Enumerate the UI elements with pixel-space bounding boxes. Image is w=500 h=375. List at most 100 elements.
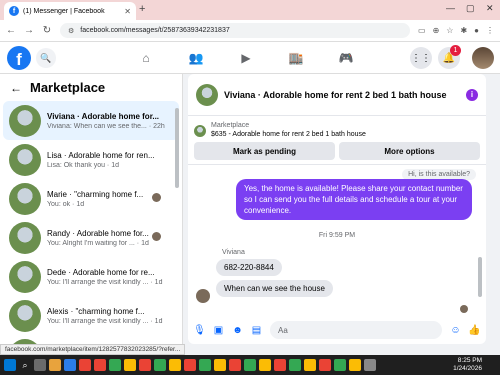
listing-thumbnail xyxy=(9,104,41,137)
bookmark-icon[interactable]: ☆ xyxy=(446,26,453,35)
video-icon[interactable]: ▶ xyxy=(238,50,254,66)
close-window-icon[interactable]: ✕ xyxy=(486,3,494,14)
chrome-icon[interactable] xyxy=(349,359,361,371)
chrome-icon[interactable] xyxy=(154,359,166,371)
site-info-icon[interactable]: ⚙ xyxy=(68,27,74,35)
conversation-item[interactable]: Randy · Adorable home for... You: Alright… xyxy=(3,218,179,257)
conversation-item[interactable]: Deuntre · Adorable home fo... xyxy=(3,335,179,344)
url-bar[interactable]: ⚙ facebook.com/messages/t/25873639342231… xyxy=(60,23,411,38)
conversation-item[interactable]: Dede · Adorable home for re... You: I'll … xyxy=(3,257,179,296)
conversation-preview: You: ok · 1d xyxy=(47,200,85,208)
cast-icon[interactable]: ▭ xyxy=(418,26,426,35)
home-icon[interactable]: ⌂ xyxy=(138,50,154,66)
chat-title[interactable]: Viviana · Adorable home for rent 2 bed 1… xyxy=(224,90,460,100)
read-receipt-avatar xyxy=(152,193,161,202)
conversation-list: Viviana · Adorable home for... Viviana: W… xyxy=(0,101,182,344)
chrome-icon[interactable] xyxy=(184,359,196,371)
sidebar-scrollbar[interactable] xyxy=(175,108,179,188)
chrome-icon[interactable] xyxy=(94,359,106,371)
chrome-icon[interactable] xyxy=(229,359,241,371)
clock-time: 8:25 PM xyxy=(457,357,482,364)
facebook-icon: f xyxy=(9,6,19,16)
chrome-icon[interactable] xyxy=(199,359,211,371)
chrome-icon[interactable] xyxy=(274,359,286,371)
chrome-icon[interactable] xyxy=(244,359,256,371)
conversation-title: Alexis · "charming home f... xyxy=(47,306,145,316)
marketplace-label: Marketplace xyxy=(211,122,250,129)
outgoing-message[interactable]: Yes, the home is available! Please share… xyxy=(236,179,472,220)
incoming-message[interactable]: 682-220-8844 xyxy=(216,259,282,276)
gaming-icon[interactable]: 🎮 xyxy=(338,50,354,66)
gif-icon[interactable]: ▤ xyxy=(251,325,262,336)
account-avatar[interactable] xyxy=(472,47,494,69)
sticker-icon[interactable]: ☻ xyxy=(232,325,243,336)
file-explorer-icon[interactable] xyxy=(49,359,61,371)
chat-scrollbar[interactable] xyxy=(478,257,482,297)
listing-thumbnail xyxy=(9,299,41,332)
chrome-icon[interactable] xyxy=(214,359,226,371)
message-input[interactable] xyxy=(270,321,442,339)
forward-icon[interactable]: → xyxy=(24,25,34,36)
mark-as-pending-button[interactable]: Mark as pending xyxy=(194,142,335,160)
chrome-icon[interactable] xyxy=(304,359,316,371)
marketplace-icon[interactable]: 🏬 xyxy=(288,50,304,66)
reload-icon[interactable]: ↻ xyxy=(42,25,52,36)
like-icon[interactable]: 👍 xyxy=(468,325,480,336)
microphone-icon[interactable]: 🎙 xyxy=(193,325,206,336)
conversation-item[interactable]: Marie · "charming home f... You: ok · 1d xyxy=(3,179,179,218)
close-tab-icon[interactable]: ✕ xyxy=(124,7,131,16)
conversation-item[interactable]: Lisa · Adorable home for ren... Lisa: Ok … xyxy=(3,140,179,179)
sidebar-header: ← Marketplace xyxy=(0,74,182,101)
taskbar-search-icon[interactable]: ⌕ xyxy=(19,360,31,371)
listing-avatar[interactable] xyxy=(196,83,218,106)
chrome-icon[interactable] xyxy=(289,359,301,371)
facebook-logo[interactable]: f xyxy=(7,46,31,70)
browser-tab[interactable]: f (1) Messenger | Facebook ✕ xyxy=(4,2,136,20)
system-tray-icon[interactable] xyxy=(364,359,376,371)
info-icon[interactable]: i xyxy=(466,88,478,101)
chat-panel: Viviana · Adorable home for rent 2 bed 1… xyxy=(188,74,486,344)
search-icon[interactable]: 🔍 xyxy=(36,48,56,68)
minimize-icon[interactable]: — xyxy=(446,3,455,13)
chrome-icon[interactable] xyxy=(109,359,121,371)
listing-thumbnail xyxy=(9,143,41,176)
message-thread: Hi, is this available? Yes, the home is … xyxy=(188,164,486,316)
start-icon[interactable] xyxy=(4,359,16,371)
chrome-icon[interactable] xyxy=(334,359,346,371)
taskbar-clock[interactable]: 8:25 PM 1/24/2026 xyxy=(453,357,482,373)
friends-icon[interactable]: 👥 xyxy=(188,50,204,66)
chrome-icon[interactable] xyxy=(139,359,151,371)
sender-avatar[interactable] xyxy=(196,289,210,303)
edge-icon[interactable] xyxy=(64,359,76,371)
more-options-button[interactable]: More options xyxy=(339,142,480,160)
conversation-preview: Lisa: Ok thank you · 1d xyxy=(47,161,119,169)
conversation-item[interactable]: Alexis · "charming home f... You: I'll ar… xyxy=(3,296,179,335)
image-icon[interactable]: ▣ xyxy=(213,325,224,336)
profile-icon[interactable]: ● xyxy=(474,26,479,35)
chrome-icon[interactable] xyxy=(124,359,136,371)
menu-grid-icon[interactable]: ⋮⋮ xyxy=(410,47,432,69)
emoji-icon[interactable]: ☺ xyxy=(450,325,461,336)
conversation-title: Dede · Adorable home for re... xyxy=(47,267,155,277)
marketplace-sidebar: ← Marketplace Viviana · Adorable home fo… xyxy=(0,74,183,344)
browser-menu-icon[interactable]: ⋮ xyxy=(486,26,494,35)
sidebar-title: Marketplace xyxy=(30,80,106,95)
translate-icon[interactable]: ⊕ xyxy=(433,26,440,35)
conversation-preview: Viviana: When can we see the... · 22h xyxy=(47,122,165,130)
chrome-icon[interactable] xyxy=(169,359,181,371)
conversation-preview: You: I'll arrange the visit kindly ... ·… xyxy=(47,278,163,286)
extensions-icon[interactable]: ✱ xyxy=(460,26,467,35)
new-tab-button[interactable]: + xyxy=(139,3,145,15)
conversation-preview: You: Alright I'm waiting for ... · 1d xyxy=(47,239,149,247)
back-arrow-icon[interactable]: ← xyxy=(10,81,22,95)
conversation-item[interactable]: Viviana · Adorable home for... Viviana: W… xyxy=(3,101,179,140)
windows-taskbar: ⌕ 8:25 PM 1/24/2026 xyxy=(0,355,500,375)
incoming-message[interactable]: When can we see the house xyxy=(216,280,333,297)
maximize-icon[interactable]: ▢ xyxy=(466,3,475,14)
task-view-icon[interactable] xyxy=(34,359,46,371)
chrome-icon[interactable] xyxy=(259,359,271,371)
chrome-icon[interactable] xyxy=(319,359,331,371)
marketplace-listing[interactable]: Marketplace $635 - Adorable home for ren… xyxy=(188,116,486,138)
chrome-icon[interactable] xyxy=(79,359,91,371)
back-icon[interactable]: ← xyxy=(6,25,16,36)
